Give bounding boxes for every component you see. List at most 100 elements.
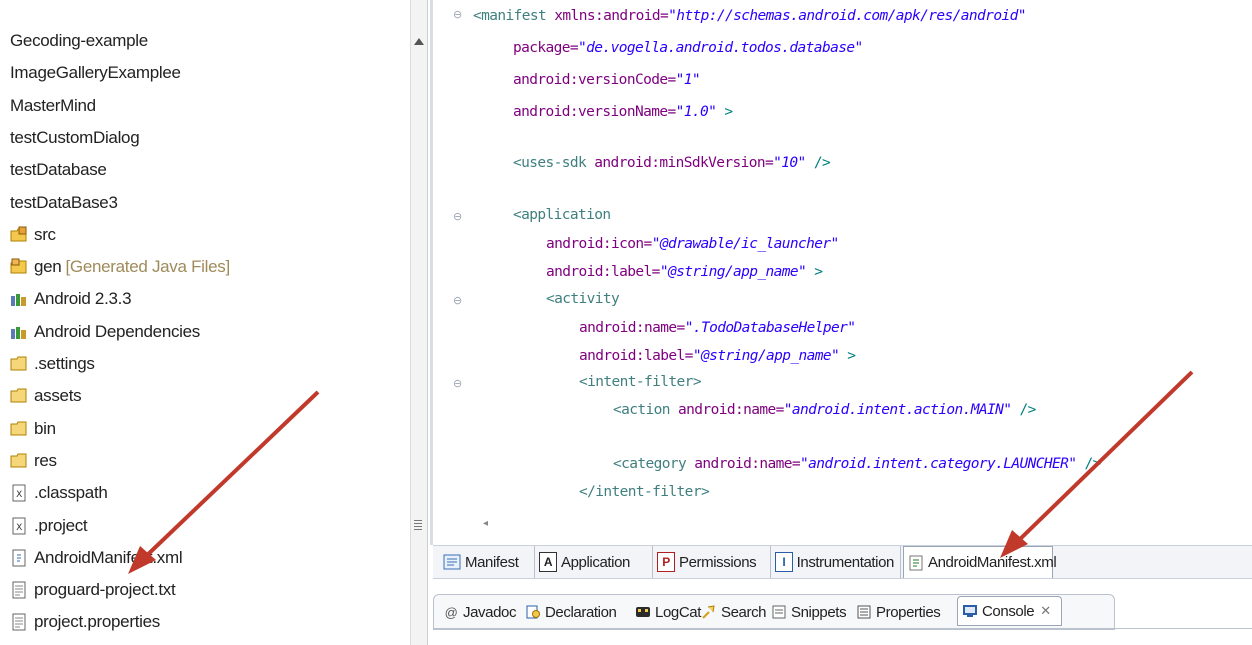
fold-collapse-icon[interactable]: ⊖ bbox=[453, 294, 463, 307]
view-tab-label: Declaration bbox=[545, 603, 617, 621]
library-icon bbox=[10, 323, 28, 341]
tree-item-annotation: [Generated Java Files] bbox=[65, 257, 230, 277]
tree-item-label: src bbox=[34, 224, 56, 244]
tree-item[interactable]: X .project bbox=[10, 513, 88, 539]
folder-icon bbox=[10, 420, 28, 438]
xml-attr: android:name= bbox=[669, 402, 784, 418]
tree-item-label: gen bbox=[34, 257, 62, 277]
tree-item[interactable]: src bbox=[10, 222, 56, 248]
tree-item-label: MasterMind bbox=[10, 95, 96, 115]
snippets-icon bbox=[771, 604, 787, 620]
declaration-icon bbox=[525, 604, 541, 620]
tree-item[interactable]: Gecoding-example bbox=[10, 28, 148, 54]
fold-collapse-icon[interactable]: ⊖ bbox=[453, 8, 463, 21]
view-tab-javadoc[interactable]: @ Javadoc bbox=[443, 600, 517, 624]
tab-permissions[interactable]: P Permissions bbox=[653, 546, 771, 578]
tree-item-label: Gecoding-example bbox=[10, 31, 148, 50]
tree-item-label: bin bbox=[34, 418, 56, 438]
xml-tag: <activity bbox=[546, 291, 620, 307]
view-tab-label: Search bbox=[721, 603, 767, 621]
tree-item[interactable]: gen [Generated Java Files] bbox=[10, 254, 230, 280]
tab-application[interactable]: A Application bbox=[535, 546, 653, 578]
xml-editor[interactable]: ⊖ <manifest xmlns:android="http://schema… bbox=[430, 0, 1252, 545]
close-icon[interactable]: ✕ bbox=[1040, 603, 1051, 619]
tree-item[interactable]: res bbox=[10, 448, 57, 474]
tab-label: AndroidManifest.xml bbox=[928, 554, 1057, 571]
tree-item[interactable]: .settings bbox=[10, 351, 95, 377]
tree-item[interactable]: MasterMind bbox=[10, 93, 96, 119]
view-tab-label: LogCat bbox=[655, 603, 701, 621]
tree-item[interactable]: bin bbox=[10, 416, 56, 442]
xml-value: "android.intent.category.LAUNCHER" bbox=[800, 456, 1077, 472]
tree-item[interactable]: project.properties bbox=[10, 609, 160, 635]
xml-tag: <application bbox=[513, 207, 611, 223]
code-line: android:versionName="1.0" > bbox=[513, 104, 733, 120]
svg-text:X: X bbox=[16, 523, 22, 533]
manifest-editor-tabs: Manifest A Application P Permissions I I… bbox=[433, 545, 1252, 579]
xml-punct: /> bbox=[1076, 456, 1102, 472]
tree-item[interactable]: proguard-project.txt bbox=[10, 577, 176, 603]
view-tab-declaration[interactable]: Declaration bbox=[525, 600, 617, 624]
code-line: package="de.vogella.android.todos.databa… bbox=[513, 40, 863, 56]
package-explorer: Gecoding-example ImageGalleryExamplee Mast… bbox=[0, 0, 430, 645]
fold-collapse-icon[interactable]: ⊖ bbox=[453, 210, 463, 223]
view-tab-properties[interactable]: Properties bbox=[856, 600, 941, 624]
scroll-grip-icon[interactable] bbox=[414, 520, 422, 532]
application-icon: A bbox=[539, 552, 557, 572]
code-line: android:label="@string/app_name" > bbox=[546, 264, 823, 280]
tab-manifest[interactable]: Manifest bbox=[439, 546, 535, 578]
xml-attr: android:icon= bbox=[546, 236, 652, 252]
code-line: <intent-filter> bbox=[579, 374, 702, 390]
xml-attr: android:name= bbox=[579, 320, 685, 336]
xml-punct: > bbox=[839, 348, 856, 364]
tab-instrumentation[interactable]: I Instrumentation bbox=[771, 546, 901, 578]
xml-punct: > bbox=[806, 264, 823, 280]
view-tab-snippets[interactable]: Snippets bbox=[771, 600, 847, 624]
code-line: android:icon="@drawable/ic_launcher" bbox=[546, 236, 839, 252]
xml-value: "http://schemas.android.com/apk/res/andr… bbox=[668, 8, 1026, 24]
tree-item-label: project.properties bbox=[34, 612, 160, 632]
tree-item[interactable]: testDatabase bbox=[10, 157, 107, 183]
xml-tag: </intent-filter> bbox=[579, 484, 710, 500]
xml-punct: /> bbox=[1011, 402, 1037, 418]
tree-item[interactable]: testDataBase3 bbox=[10, 190, 118, 216]
code-line: <activity bbox=[546, 291, 620, 307]
view-tab-console[interactable]: Console ✕ bbox=[957, 596, 1062, 626]
tree-item[interactable]: testCustomDialog bbox=[10, 125, 140, 151]
code-line: </intent-filter> bbox=[579, 484, 710, 500]
tree-item[interactable]: X .classpath bbox=[10, 480, 108, 506]
xml-value: "android.intent.action.MAIN" bbox=[783, 402, 1012, 418]
tree-item[interactable]: ImageGalleryExamplee bbox=[10, 60, 181, 86]
code-line: <uses-sdk android:minSdkVersion="10" /> bbox=[513, 155, 831, 171]
tree-item[interactable]: assets bbox=[10, 383, 82, 409]
xml-value: "1" bbox=[675, 72, 701, 88]
tree-item-label: assets bbox=[34, 386, 82, 406]
manifest-file-icon bbox=[10, 549, 28, 567]
svg-text:X: X bbox=[16, 490, 22, 500]
view-tab-label: Snippets bbox=[791, 603, 847, 621]
scroll-up-icon[interactable] bbox=[414, 38, 424, 45]
explorer-scrollbar[interactable] bbox=[410, 0, 428, 645]
view-tab-label: Console bbox=[982, 602, 1035, 620]
xml-source-icon bbox=[908, 555, 924, 571]
view-tab-logcat[interactable]: LogCat bbox=[635, 600, 701, 624]
tree-item-label: Android Dependencies bbox=[34, 321, 201, 341]
tab-label: Manifest bbox=[465, 553, 519, 571]
source-folder-icon bbox=[10, 226, 28, 244]
views-divider bbox=[433, 628, 1252, 629]
xml-tag: <category bbox=[613, 456, 687, 472]
permissions-icon: P bbox=[657, 552, 675, 572]
tree-item[interactable]: Android 2.3.3 bbox=[10, 286, 132, 312]
tree-item[interactable]: AndroidManifest.xml bbox=[10, 545, 183, 571]
view-tab-search[interactable]: Search bbox=[701, 600, 767, 624]
horizontal-scroll-indicator[interactable]: ◂ bbox=[483, 518, 488, 529]
xml-value: "@string/app_name" bbox=[659, 264, 807, 280]
tree-item[interactable]: Android Dependencies bbox=[10, 319, 200, 345]
fold-collapse-icon[interactable]: ⊖ bbox=[453, 377, 463, 390]
xml-attr: android:versionName= bbox=[513, 104, 676, 120]
code-line: <application bbox=[513, 207, 611, 223]
tab-androidmanifest-xml[interactable]: AndroidManifest.xml bbox=[903, 546, 1057, 578]
text-file-icon bbox=[10, 613, 28, 631]
manifest-icon bbox=[443, 554, 461, 570]
code-line: <manifest xmlns:android="http://schemas.… bbox=[473, 8, 1026, 24]
